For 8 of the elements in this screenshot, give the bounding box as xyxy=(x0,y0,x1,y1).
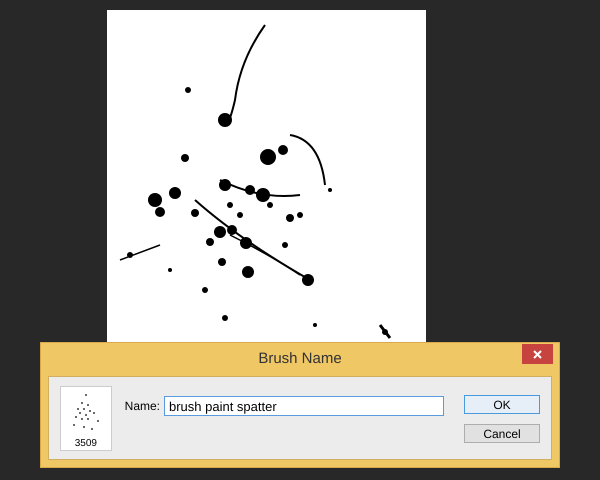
dialog-title: Brush Name xyxy=(258,349,342,370)
close-icon xyxy=(533,350,542,358)
name-input-field[interactable]: brush paint spatter xyxy=(164,396,444,416)
name-label: Name: xyxy=(124,398,160,415)
cancel-button[interactable]: Cancel xyxy=(464,424,540,443)
close-button[interactable] xyxy=(522,344,553,364)
ok-button[interactable]: OK xyxy=(464,395,540,414)
brush-size-label: 3509 xyxy=(74,439,97,449)
